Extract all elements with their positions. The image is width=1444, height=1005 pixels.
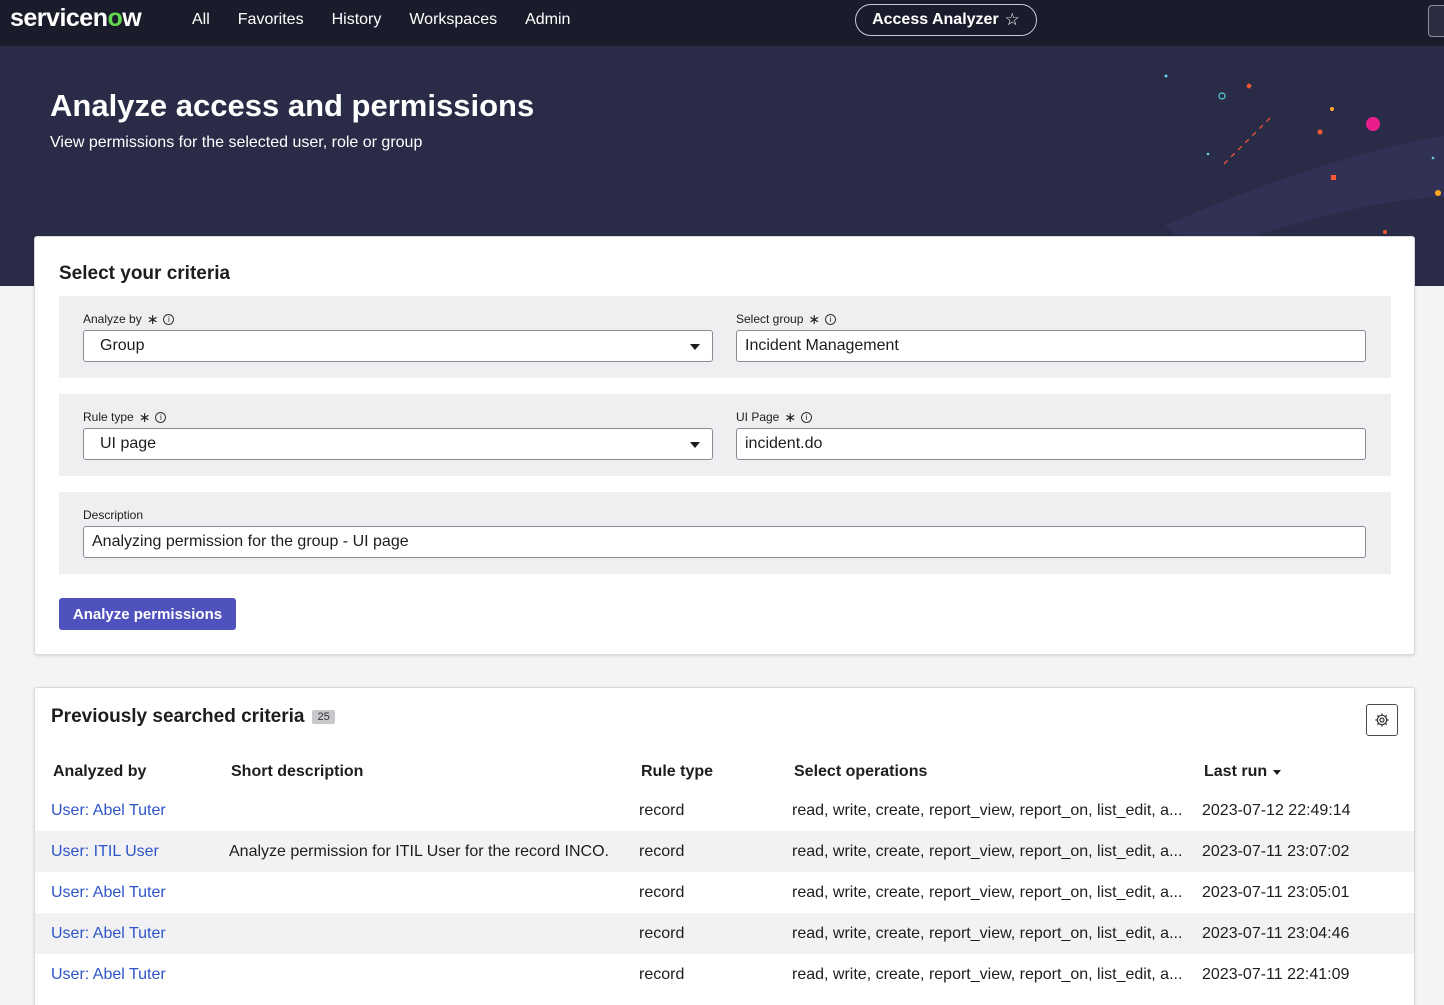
count-badge: 25 xyxy=(312,710,335,724)
page-subtitle: View permissions for the selected user, … xyxy=(50,134,423,151)
operations-cell: read, write, create, report_view, report… xyxy=(792,802,1182,819)
analyzed-by-link[interactable]: User: Abel Tuter xyxy=(51,884,166,902)
nav-menu: All Favorites History Workspaces Admin xyxy=(192,11,598,29)
analyze-by-label: Analyze by ∗ i xyxy=(83,311,175,327)
last-run-cell: 2023-07-11 23:05:01 xyxy=(1202,884,1350,901)
previous-criteria-card: Previously searched criteria 25 Analyzed… xyxy=(34,687,1415,1005)
analyze-by-value: Group xyxy=(100,337,145,354)
analyze-by-label-text: Analyze by xyxy=(83,312,142,326)
rule-type-cell: record xyxy=(639,925,685,942)
last-run-cell: 2023-07-11 23:04:46 xyxy=(1202,925,1350,942)
select-group-value: Incident Management xyxy=(745,337,899,354)
last-run-label: Last run xyxy=(1204,763,1268,780)
operations-cell: read, write, create, report_view, report… xyxy=(792,884,1182,901)
table-row: User: Abel Tuter record read, write, cre… xyxy=(35,954,1414,995)
previous-criteria-title: Previously searched criteria xyxy=(51,706,305,727)
analyze-by-select[interactable]: Group xyxy=(83,330,713,362)
rule-type-select[interactable]: UI page xyxy=(83,428,713,460)
last-run-cell: 2023-07-12 22:49:14 xyxy=(1202,802,1351,819)
info-icon[interactable]: i xyxy=(163,313,175,325)
select-group-label-text: Select group xyxy=(736,312,804,326)
criteria-row-rule: Rule type ∗ i UI page UI Page ∗ i incide… xyxy=(59,394,1391,476)
last-run-cell: 2023-07-11 22:41:09 xyxy=(1202,966,1350,983)
previous-criteria-header: Previously searched criteria 25 xyxy=(51,706,335,728)
info-icon[interactable]: i xyxy=(155,411,167,423)
required-icon: ∗ xyxy=(138,409,151,425)
info-icon[interactable]: i xyxy=(801,411,813,423)
description-value: Analyzing permission for the group - UI … xyxy=(92,533,409,550)
nav-item-workspaces[interactable]: Workspaces xyxy=(409,11,497,29)
criteria-card: Select your criteria Analyze by ∗ i Grou… xyxy=(34,236,1415,655)
operations-cell: read, write, create, report_view, report… xyxy=(792,966,1182,983)
chevron-down-icon xyxy=(690,344,700,350)
column-header-short-description[interactable]: Short description xyxy=(231,763,363,781)
nav-item-history[interactable]: History xyxy=(332,11,382,29)
criteria-title: Select your criteria xyxy=(59,263,231,284)
logo-suffix: w xyxy=(122,4,142,32)
table-row: User: Abel Tuter record read, write, cre… xyxy=(35,872,1414,913)
rule-type-label: Rule type ∗ i xyxy=(83,409,167,425)
nav-item-favorites[interactable]: Favorites xyxy=(238,11,304,29)
column-header-analyzed-by[interactable]: Analyzed by xyxy=(53,763,146,781)
analyzed-by-link[interactable]: User: ITIL User xyxy=(51,843,159,861)
table-row: User: Abel Tuter record read, write, cre… xyxy=(35,913,1414,954)
analyzed-by-link[interactable]: User: Abel Tuter xyxy=(51,925,166,943)
operations-cell: read, write, create, report_view, report… xyxy=(792,925,1182,942)
select-group-input[interactable]: Incident Management xyxy=(736,330,1366,362)
required-icon: ∗ xyxy=(808,311,821,327)
criteria-row-description: Description Analyzing permission for the… xyxy=(59,492,1391,574)
rule-type-cell: record xyxy=(639,884,685,901)
criteria-row-analyze: Analyze by ∗ i Group Select group ∗ i In… xyxy=(59,296,1391,378)
column-header-last-run[interactable]: Last run xyxy=(1204,763,1282,781)
global-search-button[interactable] xyxy=(1428,5,1444,37)
short-description-cell: Analyze permission for ITIL User for the… xyxy=(229,843,609,860)
app-title: Access Analyzer xyxy=(872,11,999,28)
ui-page-label-text: UI Page xyxy=(736,410,780,424)
page-title: Analyze access and permissions xyxy=(50,88,535,123)
last-run-cell: 2023-07-11 23:07:02 xyxy=(1202,843,1350,860)
ui-page-input[interactable]: incident.do xyxy=(736,428,1366,460)
rule-type-cell: record xyxy=(639,843,685,860)
list-settings-button[interactable] xyxy=(1366,704,1398,736)
table-row: User: ITIL User Analyze permission for I… xyxy=(35,831,1414,872)
operations-cell: read, write, create, report_view, report… xyxy=(792,843,1182,860)
top-nav: servicenow All Favorites History Workspa… xyxy=(0,0,1444,46)
column-header-select-operations[interactable]: Select operations xyxy=(794,763,927,781)
logo-prefix: servicen xyxy=(10,4,108,32)
gear-icon xyxy=(1375,713,1389,727)
rule-type-value: UI page xyxy=(100,435,157,452)
select-group-label: Select group ∗ i xyxy=(736,311,837,327)
rule-type-label-text: Rule type xyxy=(83,410,134,424)
analyzed-by-link[interactable]: User: Abel Tuter xyxy=(51,966,166,984)
nav-item-all[interactable]: All xyxy=(192,11,210,29)
table-row: User: Abel Tuter record read, write, cre… xyxy=(35,790,1414,831)
column-header-rule-type[interactable]: Rule type xyxy=(641,763,713,781)
app-title-pill[interactable]: Access Analyzer ☆ xyxy=(855,4,1037,36)
ui-page-value: incident.do xyxy=(745,435,823,452)
servicenow-logo[interactable]: servicenow xyxy=(10,4,142,33)
rule-type-cell: record xyxy=(639,802,685,819)
chevron-down-icon xyxy=(690,442,700,448)
logo-o: o xyxy=(107,4,123,32)
nav-item-admin[interactable]: Admin xyxy=(525,11,570,29)
rule-type-cell: record xyxy=(639,966,685,983)
analyze-permissions-button[interactable]: Analyze permissions xyxy=(59,598,236,630)
description-label-text: Description xyxy=(83,508,144,522)
info-icon[interactable]: i xyxy=(825,313,837,325)
description-input[interactable]: Analyzing permission for the group - UI … xyxy=(83,526,1366,558)
star-icon[interactable]: ☆ xyxy=(1005,10,1020,30)
analyzed-by-link[interactable]: User: Abel Tuter xyxy=(51,802,166,820)
sort-descending-icon[interactable] xyxy=(1273,769,1282,775)
description-label: Description xyxy=(83,508,143,522)
ui-page-label: UI Page ∗ i xyxy=(736,409,813,425)
required-icon: ∗ xyxy=(784,409,797,425)
required-icon: ∗ xyxy=(146,311,159,327)
